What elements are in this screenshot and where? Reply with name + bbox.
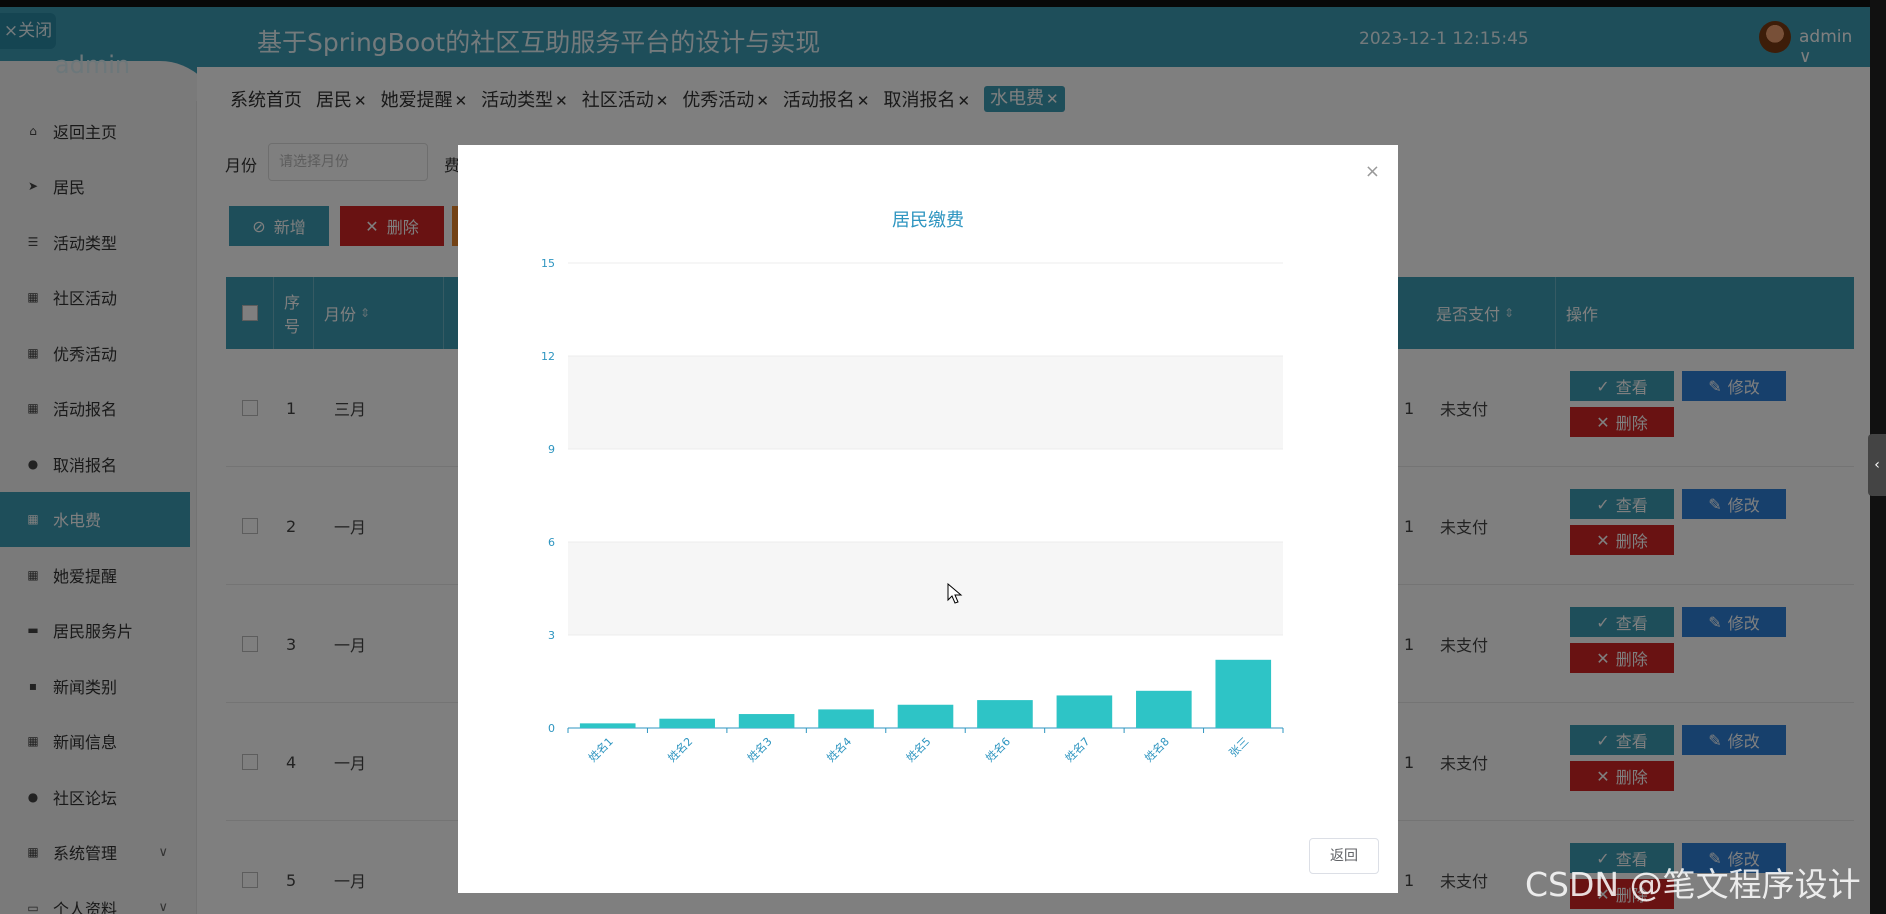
bar-chart: 0 3 6 9 12 15 姓名1 姓名2 姓名3 姓名4 姓名5 姓名6 姓名7 姓名8 张三: [541, 257, 1284, 765]
x-tick-label: 姓名7: [1062, 734, 1092, 764]
grid-band: [568, 356, 1283, 449]
x-tick-label: 姓名4: [824, 734, 854, 764]
chart-dialog: × 居民缴费 0 3 6 9 12 15 姓名1 姓名2 姓名3 姓名4 姓名5 姓名6 姓名7 姓名8 张…: [458, 145, 1398, 893]
bar: [1136, 690, 1192, 728]
y-tick-label: 12: [541, 350, 555, 363]
y-tick-label: 15: [541, 257, 555, 270]
y-tick-label: 0: [548, 722, 555, 735]
x-tick-label: 姓名1: [585, 734, 615, 764]
x-tick-label: 姓名6: [983, 734, 1013, 764]
x-tick-label: 姓名3: [744, 734, 774, 764]
collapse-handle-icon[interactable]: ‹: [1868, 434, 1886, 496]
bar: [1215, 659, 1272, 728]
grid-band: [568, 542, 1283, 635]
bar: [818, 709, 874, 728]
bar: [579, 723, 636, 728]
app-screen: ×关闭 admin ⌂返回主页 ➤居民 ☰活动类型 ▦社区活动 ▦优秀活动 ▦活…: [0, 0, 1886, 914]
bar: [977, 700, 1033, 728]
mouse-cursor-icon: [947, 583, 963, 604]
return-button[interactable]: 返回: [1309, 838, 1379, 874]
y-tick-label: 3: [548, 629, 555, 642]
bar: [738, 714, 795, 728]
x-tick-label: 姓名2: [665, 734, 695, 764]
x-tick-label: 姓名5: [903, 734, 933, 764]
bar: [1056, 695, 1113, 728]
y-tick-label: 6: [548, 536, 555, 549]
bar: [897, 704, 954, 728]
x-tick-label: 姓名8: [1142, 734, 1172, 764]
bar: [659, 718, 715, 728]
y-tick-label: 9: [548, 443, 555, 456]
watermark: CSDN @笔文程序设计: [1525, 865, 1861, 904]
x-tick-label: 张三: [1227, 735, 1252, 760]
